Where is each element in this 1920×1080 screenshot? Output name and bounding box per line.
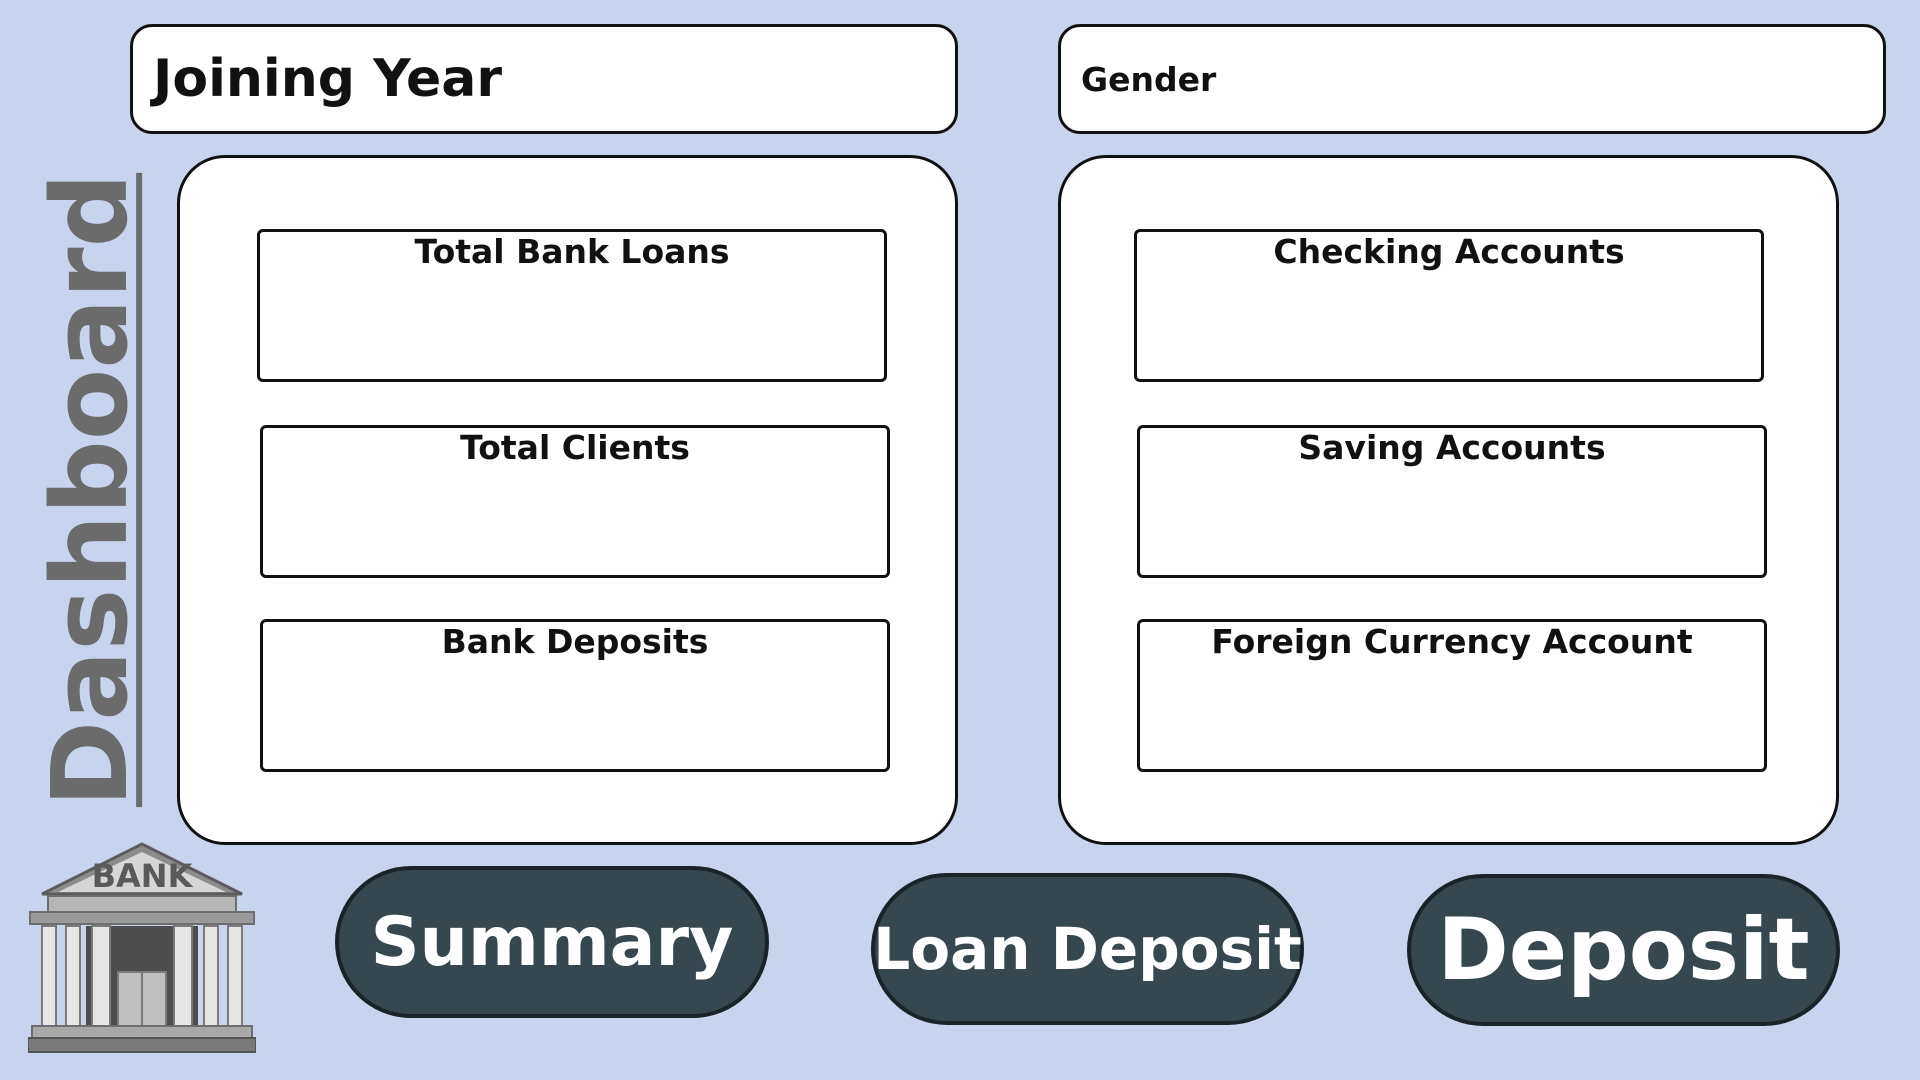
dashboard-title-container: Dashboard bbox=[29, 173, 151, 807]
joining-year-slicer[interactable]: Joining Year bbox=[130, 24, 958, 134]
summary-button-label: Summary bbox=[370, 902, 734, 982]
right-kpi-panel: Checking Accounts Saving Accounts Foreig… bbox=[1058, 155, 1839, 845]
deposit-button-label: Deposit bbox=[1437, 900, 1810, 1000]
joining-year-label: Joining Year bbox=[153, 49, 502, 109]
left-kpi-panel: Total Bank Loans Total Clients Bank Depo… bbox=[177, 155, 958, 845]
gender-label: Gender bbox=[1081, 59, 1217, 99]
bank-logo-text: BANK bbox=[92, 857, 194, 895]
deposit-button[interactable]: Deposit bbox=[1407, 874, 1840, 1026]
checking-accounts-card: Checking Accounts bbox=[1134, 229, 1764, 382]
loan-deposit-button[interactable]: Loan Deposit bbox=[871, 873, 1304, 1025]
total-bank-loans-label: Total Bank Loans bbox=[414, 232, 730, 271]
saving-accounts-label: Saving Accounts bbox=[1298, 428, 1606, 467]
bank-building-icon: BANK bbox=[27, 842, 257, 1057]
total-bank-loans-card: Total Bank Loans bbox=[257, 229, 887, 382]
saving-accounts-card: Saving Accounts bbox=[1137, 425, 1767, 578]
total-clients-label: Total Clients bbox=[460, 428, 690, 467]
loan-deposit-button-label: Loan Deposit bbox=[873, 915, 1302, 983]
summary-button[interactable]: Summary bbox=[335, 866, 769, 1018]
foreign-currency-account-label: Foreign Currency Account bbox=[1211, 622, 1693, 661]
bank-deposits-label: Bank Deposits bbox=[441, 622, 709, 661]
gender-slicer[interactable]: Gender bbox=[1058, 24, 1886, 134]
total-clients-card: Total Clients bbox=[260, 425, 890, 578]
page-title: Dashboard bbox=[29, 172, 152, 808]
bank-deposits-card: Bank Deposits bbox=[260, 619, 890, 772]
foreign-currency-account-card: Foreign Currency Account bbox=[1137, 619, 1767, 772]
checking-accounts-label: Checking Accounts bbox=[1273, 232, 1625, 271]
